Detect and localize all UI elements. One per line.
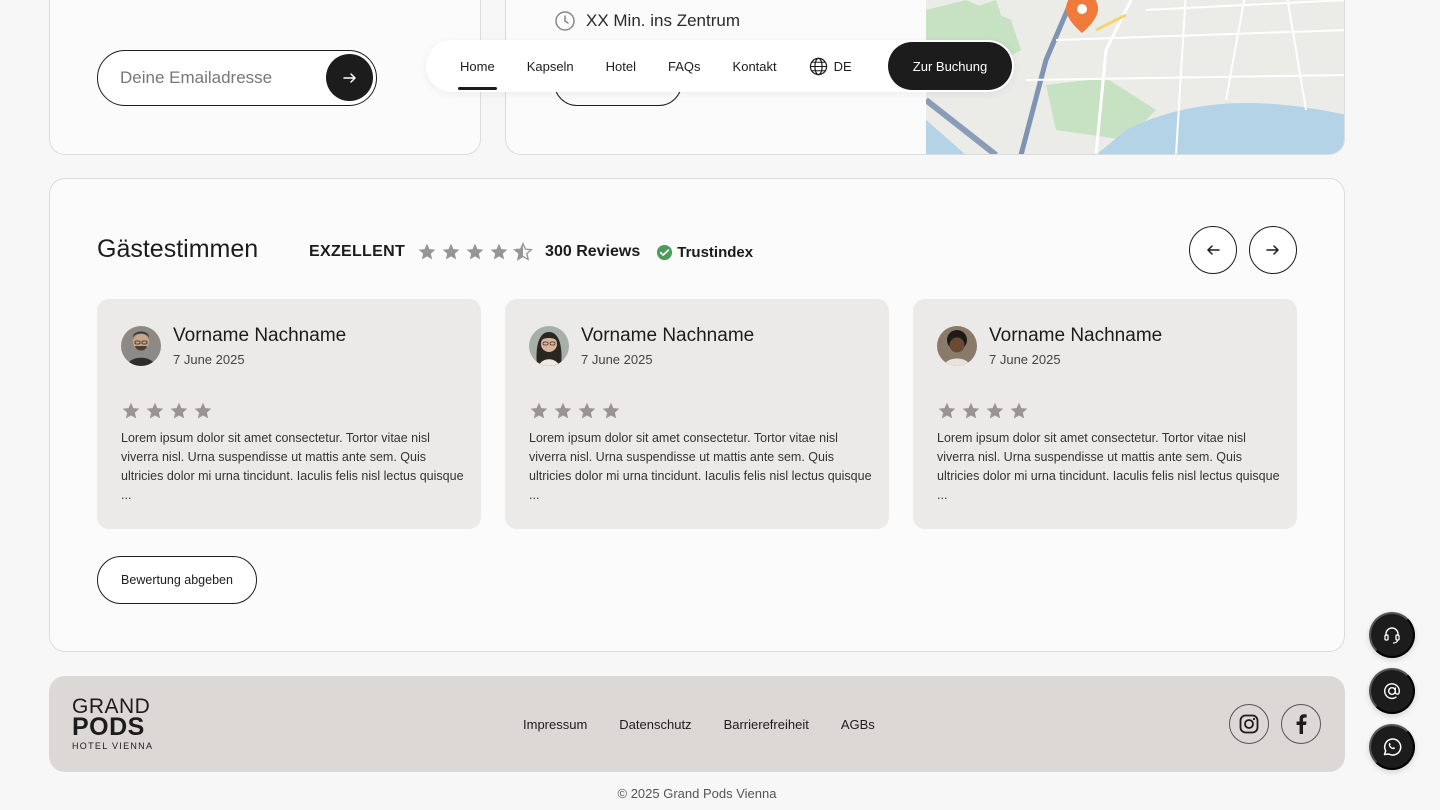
star-icon xyxy=(938,402,956,419)
avatar xyxy=(529,326,569,366)
star-icon xyxy=(490,243,508,260)
star-icon xyxy=(122,402,140,419)
star-icon xyxy=(578,402,596,419)
arrow-right-icon xyxy=(1266,245,1279,255)
reviews-count: 300 Reviews xyxy=(545,243,641,260)
footer-links: Impressum Datenschutz Barrierefreiheit A… xyxy=(523,676,875,772)
language-label: DE xyxy=(833,58,852,74)
review-text: Lorem ipsum dolor sit amet consectetur. … xyxy=(529,431,872,502)
page: XX Min. ins Zentrum xyxy=(0,0,1440,810)
arrow-left-icon xyxy=(1207,245,1220,255)
trustindex-label: Trustindex xyxy=(677,243,754,261)
review-date: 7 June 2025 xyxy=(989,352,1061,367)
nav-item-hotel[interactable]: Hotel xyxy=(606,40,636,92)
star-icon xyxy=(466,243,484,260)
footer-link-datenschutz[interactable]: Datenschutz xyxy=(619,717,691,732)
review-stars xyxy=(529,401,621,421)
trustindex-badge[interactable]: Trustindex xyxy=(656,244,753,261)
review-card: Vorname Nachname 7 June 2025 Lorem ipsum… xyxy=(97,299,481,529)
star-icon xyxy=(146,402,164,419)
facebook-link[interactable] xyxy=(1281,704,1321,744)
footer-link-agbs[interactable]: AGBs xyxy=(841,717,875,732)
review-text: Lorem ipsum dolor sit amet consectetur. … xyxy=(121,431,464,502)
arrow-right-icon xyxy=(342,72,356,83)
email-contact-button[interactable] xyxy=(1369,668,1415,714)
logo[interactable]: GRAND PODS HOTEL VIENNA xyxy=(72,696,154,751)
review-date: 7 June 2025 xyxy=(173,352,245,367)
instagram-link[interactable] xyxy=(1229,704,1269,744)
nav-item-label: Hotel xyxy=(605,58,637,74)
facebook-icon xyxy=(1296,714,1307,734)
nav-item-label: Kapseln xyxy=(526,58,574,74)
star-icon xyxy=(602,402,620,419)
rating-stars xyxy=(417,242,534,262)
globe-icon xyxy=(809,57,827,75)
reviewer-name: Vorname Nachname xyxy=(989,325,1163,346)
prev-reviews-button[interactable] xyxy=(1189,226,1237,274)
email-submit-button[interactable] xyxy=(326,54,373,101)
star-icon xyxy=(1010,402,1028,419)
travel-time: XX Min. ins Zentrum xyxy=(554,10,740,32)
main-nav: Home Kapseln Hotel FAQs Kontakt DE Zur B… xyxy=(426,40,1014,92)
rating-summary: EXZELLENT 300 Reviews Trustindex xyxy=(309,239,753,265)
star-icon xyxy=(986,402,1004,419)
reviewer-name: Vorname Nachname xyxy=(173,325,347,346)
star-icon xyxy=(170,402,188,419)
check-circle-icon xyxy=(657,244,673,260)
at-sign-icon xyxy=(1384,683,1401,700)
logo-line-pods: PODS xyxy=(72,713,145,741)
whatsapp-icon xyxy=(1383,738,1402,756)
nav-item-label: Kontakt xyxy=(732,58,777,74)
clock-icon xyxy=(555,11,575,31)
email-input[interactable] xyxy=(120,51,320,104)
review-date: 7 June 2025 xyxy=(581,352,653,367)
review-text: Lorem ipsum dolor sit amet consectetur. … xyxy=(937,431,1280,502)
newsletter-card xyxy=(49,0,481,155)
star-icon xyxy=(418,243,436,260)
star-icon xyxy=(554,402,572,419)
star-icon xyxy=(194,402,212,419)
footer-link-barrierefreiheit[interactable]: Barrierefreiheit xyxy=(724,717,809,732)
nav-item-kontakt[interactable]: Kontakt xyxy=(733,40,777,92)
star-icon xyxy=(962,402,980,419)
reviews-title: Gästestimmen xyxy=(97,235,259,263)
logo-subtitle: HOTEL VIENNA xyxy=(72,741,154,751)
copyright: © 2025 Grand Pods Vienna xyxy=(617,786,777,801)
avatar xyxy=(121,326,161,366)
review-card: Vorname Nachname 7 June 2025 Lorem ipsum… xyxy=(505,299,889,529)
next-reviews-button[interactable] xyxy=(1249,226,1297,274)
nav-item-label: FAQs xyxy=(668,58,701,74)
nav-item-kapseln[interactable]: Kapseln xyxy=(527,40,574,92)
whatsapp-button[interactable] xyxy=(1369,724,1415,770)
star-icon xyxy=(442,243,460,260)
footer-link-impressum[interactable]: Impressum xyxy=(523,717,587,732)
reviews-section: Gästestimmen EXZELLENT 300 Reviews Trust… xyxy=(49,178,1345,652)
reviewer-name: Vorname Nachname xyxy=(581,325,755,346)
booking-button[interactable]: Zur Buchung xyxy=(888,42,1012,90)
nav-item-label: Home xyxy=(460,58,495,74)
instagram-icon xyxy=(1239,714,1259,734)
support-button[interactable] xyxy=(1369,612,1415,658)
review-stars xyxy=(937,401,1029,421)
headset-icon xyxy=(1384,627,1400,644)
star-icon xyxy=(530,402,548,419)
travel-time-text: XX Min. ins Zentrum xyxy=(586,11,740,30)
nav-item-faqs[interactable]: FAQs xyxy=(668,40,701,92)
newsletter-form xyxy=(97,50,377,106)
review-card: Vorname Nachname 7 June 2025 Lorem ipsum… xyxy=(913,299,1297,529)
rating-label: EXZELLENT xyxy=(309,243,406,260)
avatar xyxy=(937,326,977,366)
nav-item-home[interactable]: Home xyxy=(458,40,497,92)
review-stars xyxy=(121,401,213,421)
write-review-button[interactable]: Bewertung abgeben xyxy=(97,556,257,604)
footer: GRAND PODS HOTEL VIENNA Impressum Datens… xyxy=(49,676,1345,772)
half-star-icon xyxy=(513,242,534,261)
language-switcher[interactable]: DE xyxy=(809,57,852,76)
